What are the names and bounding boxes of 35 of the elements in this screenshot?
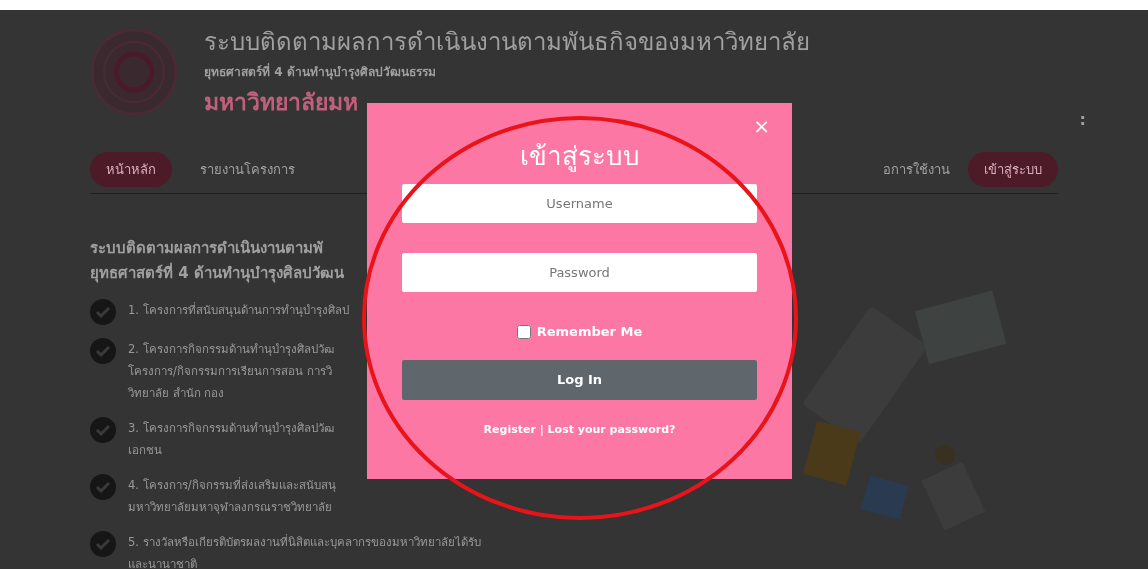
check-circle-icon xyxy=(90,530,116,557)
check-circle-icon xyxy=(90,416,116,443)
list-text: 4. โครงการ/กิจกรรมที่ส่งเสริมและสนับสนุ xyxy=(128,476,336,494)
list-text: 2. โครงการกิจกรรมด้านทำนุบำรุงศิลปวัฒ xyxy=(128,340,334,358)
nav-link[interactable]: รายงานโครงการ xyxy=(194,158,301,181)
list-text: เอกชน xyxy=(128,441,162,459)
site-title: ระบบติดตามผลการดำเนินงานตามพันธกิจของมหาวิทยาลัย xyxy=(204,28,810,57)
register-link[interactable]: Register xyxy=(483,422,536,436)
check-circle-icon xyxy=(90,298,116,325)
remember-label: Remember Me xyxy=(536,323,643,342)
remember-checkbox[interactable] xyxy=(516,325,531,340)
login-button[interactable]: Log In xyxy=(402,359,757,400)
nav-link[interactable]: อการใช้งาน xyxy=(877,158,956,181)
modal-title: เข้าสู่ระบบ xyxy=(518,141,641,173)
section-heading: ยุทธศาสตร์ที่ 4 ด้านทำนุบำรุงศิลปวัฒน xyxy=(90,261,344,285)
site-subtitle: ยุทธศาสตร์ที่ 4 ด้านทำนุบำรุงศิลปวัฒนธรรม xyxy=(204,62,437,81)
nav-pill-button[interactable]: เข้าสู่ระบบ xyxy=(968,151,1058,188)
section-heading: ระบบติดตามผลการดำเนินงานตามพั xyxy=(90,238,323,259)
list-text: มหาวิทยาลัยมหาจุฬาลงกรณราชวิทยาลัย xyxy=(128,498,332,516)
close-button[interactable]: × xyxy=(747,115,776,137)
list-text: 3. โครงการกิจกรรมด้านทำนุบำรุงศิลปวัฒ xyxy=(128,419,334,437)
university-name: มหาวิทยาลัยมห xyxy=(204,87,359,117)
check-circle-icon xyxy=(90,337,116,364)
list-text: 5. รางวัลหรือเกียรติบัตรผลงานที่นิสิตและบุคลากรของมหาวิทยาลัยได้รับ xyxy=(128,533,481,551)
menu-mark[interactable]: : xyxy=(1079,108,1086,132)
password-field[interactable]: Password xyxy=(402,253,757,293)
nav-pill-button[interactable]: หน้าหลัก xyxy=(90,151,172,188)
list-text: โครงการ/กิจกรรมการเรียนการสอน การวิ xyxy=(128,362,332,380)
link-separator: | xyxy=(539,422,544,436)
lost-password-link[interactable]: Lost your password? xyxy=(547,422,676,436)
username-field[interactable]: Username xyxy=(402,184,757,224)
check-circle-icon xyxy=(90,473,116,500)
list-text: วิทยาลัย สำนัก กอง xyxy=(128,384,225,402)
list-text: และนานาชาติ xyxy=(128,555,197,569)
list-text: 1. โครงการที่สนับสนุนด้านการทำนุบำรุงศิลป xyxy=(128,301,349,319)
